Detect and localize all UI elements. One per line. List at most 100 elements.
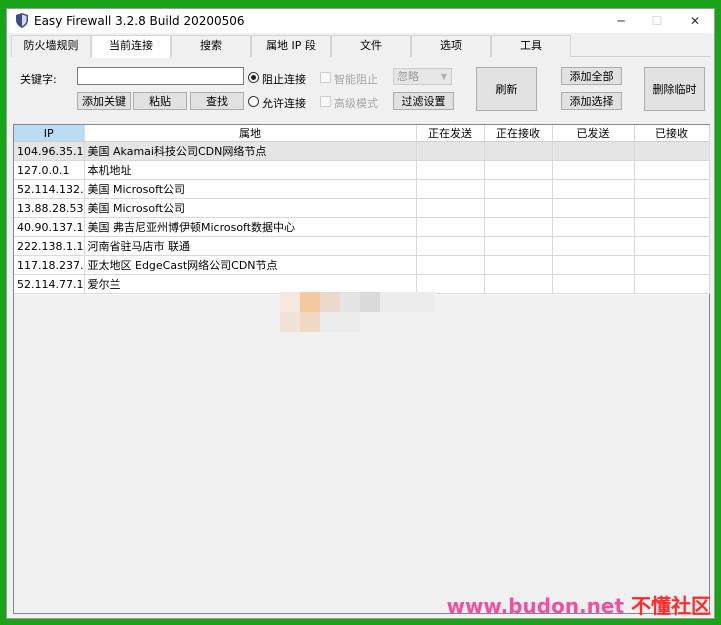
table-row[interactable]: 117.18.237.29 亚太地区 EdgeCast网络公司CDN节点: [14, 255, 710, 275]
table-row[interactable]: 40.90.137.126 美国 弗吉尼亚州博伊顿Microsoft数据中心: [14, 217, 710, 237]
connections-grid: IP 属地 正在发送 正在接收 已发送 已接收 104.96.35.121 美国…: [14, 125, 710, 294]
shield-icon: [16, 13, 28, 28]
cell-location: 亚太地区 EdgeCast网络公司CDN节点: [84, 255, 417, 275]
delete-temp-button[interactable]: 删除临时: [644, 67, 705, 111]
cell-received: [634, 179, 710, 199]
cell-receiving: [484, 236, 553, 256]
table-empty-area: [14, 295, 709, 613]
filter-settings-button[interactable]: 过滤设置: [393, 92, 454, 110]
cell-location: 河南省驻马店市 联通: [84, 236, 417, 256]
tab-search[interactable]: 搜索: [171, 35, 251, 57]
column-header-sent[interactable]: 已发送: [552, 125, 635, 142]
table-row[interactable]: 222.138.1.147 河南省驻马店市 联通: [14, 236, 710, 256]
refresh-button[interactable]: 刷新: [476, 67, 537, 111]
tab-current-connections[interactable]: 当前连接: [91, 35, 171, 58]
cell-sending: [416, 160, 485, 180]
cell-receiving: [484, 179, 553, 199]
cell-location: 本机地址: [84, 160, 417, 180]
cell-received: [634, 217, 710, 237]
cell-ip: 117.18.237.29: [14, 255, 85, 275]
allow-connection-radio[interactable]: [248, 96, 259, 107]
cell-sent: [552, 198, 635, 218]
cell-sending: [416, 236, 485, 256]
tab-file[interactable]: 文件: [331, 35, 411, 57]
minimize-button[interactable]: ─: [601, 9, 641, 33]
cell-location: 美国 Microsoft公司: [84, 198, 417, 218]
cell-received: [634, 198, 710, 218]
column-header-location[interactable]: 属地: [84, 125, 417, 142]
cell-sending: [416, 255, 485, 275]
add-selected-button[interactable]: 添加选择: [561, 92, 622, 110]
find-button[interactable]: 查找: [190, 92, 244, 110]
cell-received: [634, 274, 710, 294]
add-all-button[interactable]: 添加全部: [561, 67, 622, 85]
cell-sending: [416, 179, 485, 199]
close-button[interactable]: ✕: [675, 9, 715, 33]
toolbar: 关键字: 添加关键 粘贴 查找 阻止连接 允许连接 智能阻止 高级模式 忽略 ▼…: [7, 57, 714, 121]
advanced-mode-label: 高级模式: [334, 97, 378, 110]
block-connection-label: 阻止连接: [262, 73, 306, 86]
cell-received: [634, 160, 710, 180]
cell-ip: 52.114.77.164: [14, 274, 85, 294]
smart-block-label: 智能阻止: [334, 73, 378, 86]
tab-firewall-rules[interactable]: 防火墙规则: [11, 35, 91, 57]
cell-ip: 52.114.132.22: [14, 179, 85, 199]
table-row[interactable]: 13.88.28.53 美国 Microsoft公司: [14, 198, 710, 218]
table-row[interactable]: 104.96.35.121 美国 Akamai科技公司CDN网络节点: [14, 141, 710, 161]
redacted-area: [275, 292, 435, 332]
cell-received: [634, 236, 710, 256]
tab-bar: 防火墙规则 当前连接 搜索 属地 IP 段 文件 选项 工具: [11, 35, 711, 58]
cell-receiving: [484, 217, 553, 237]
maximize-button[interactable]: ☐: [637, 9, 677, 33]
tab-ip-ranges[interactable]: 属地 IP 段: [251, 35, 331, 57]
cell-sent: [552, 236, 635, 256]
keyword-input[interactable]: [77, 67, 244, 85]
cell-location: 美国 弗吉尼亚州博伊顿Microsoft数据中心: [84, 217, 417, 237]
column-header-ip[interactable]: IP: [14, 125, 85, 142]
cell-ip: 222.138.1.147: [14, 236, 85, 256]
cell-sending: [416, 217, 485, 237]
cell-location: 美国 Akamai科技公司CDN网络节点: [84, 141, 417, 161]
cell-sent: [552, 255, 635, 275]
column-header-receiving[interactable]: 正在接收: [484, 125, 553, 142]
advanced-mode-checkbox[interactable]: [320, 96, 331, 107]
ignore-select[interactable]: 忽略 ▼: [393, 68, 452, 85]
cell-receiving: [484, 274, 553, 294]
tab-options[interactable]: 选项: [411, 35, 491, 57]
cell-receiving: [484, 198, 553, 218]
allow-connection-label: 允许连接: [262, 97, 306, 110]
add-keyword-button[interactable]: 添加关键: [77, 92, 131, 110]
tab-tools[interactable]: 工具: [491, 35, 571, 57]
cell-sent: [552, 179, 635, 199]
cell-received: [634, 141, 710, 161]
paste-button[interactable]: 粘贴: [133, 92, 187, 110]
title-bar: Easy Firewall 3.2.8 Build 20200506 ─ ☐ ✕: [7, 9, 714, 33]
cell-sent: [552, 141, 635, 161]
watermark-site: www.budon.net: [446, 594, 625, 618]
keyword-label: 关键字:: [20, 73, 57, 86]
table-row[interactable]: 127.0.0.1 本机地址: [14, 160, 710, 180]
cell-sending: [416, 274, 485, 294]
cell-sending: [416, 141, 485, 161]
cell-sent: [552, 217, 635, 237]
ignore-select-value: 忽略: [397, 70, 419, 83]
table-row[interactable]: 52.114.77.164 爱尔兰: [14, 274, 710, 294]
window-title: Easy Firewall 3.2.8 Build 20200506: [34, 14, 245, 28]
watermark: www.budon.net 不懂社区: [446, 590, 711, 619]
cell-ip: 40.90.137.126: [14, 217, 85, 237]
cell-ip: 104.96.35.121: [14, 141, 85, 161]
watermark-brand: 不懂社区: [631, 594, 711, 618]
table-row[interactable]: 52.114.132.22 美国 Microsoft公司: [14, 179, 710, 199]
cell-sending: [416, 198, 485, 218]
cell-ip: 13.88.28.53: [14, 198, 85, 218]
cell-sent: [552, 274, 635, 294]
cell-ip: 127.0.0.1: [14, 160, 85, 180]
smart-block-checkbox[interactable]: [320, 72, 331, 83]
column-header-sending[interactable]: 正在发送: [416, 125, 485, 142]
block-connection-radio[interactable]: [248, 72, 259, 83]
connections-table[interactable]: IP 属地 正在发送 正在接收 已发送 已接收 104.96.35.121 美国…: [13, 124, 710, 614]
cell-receiving: [484, 141, 553, 161]
table-header-row: IP 属地 正在发送 正在接收 已发送 已接收: [14, 125, 710, 142]
column-header-received[interactable]: 已接收: [634, 125, 710, 142]
cell-receiving: [484, 160, 553, 180]
